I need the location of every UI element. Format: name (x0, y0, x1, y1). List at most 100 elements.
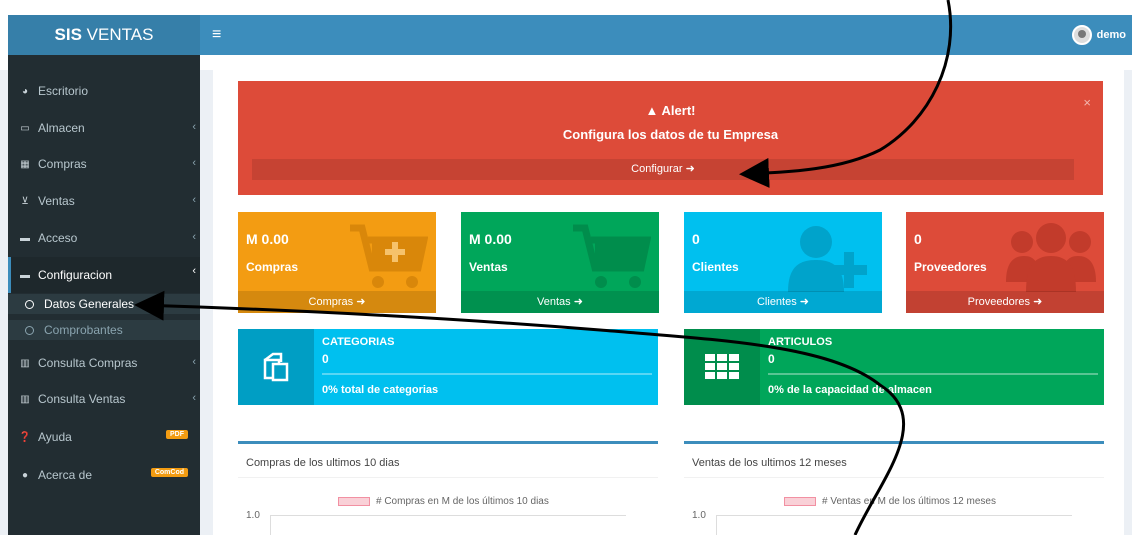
ventas-chart-panel: Ventas de los ultimos 12 meses # Ventas … (684, 441, 1104, 535)
compras-chart-title: Compras de los ultimos 10 dias (238, 444, 658, 478)
proveedores-label: Proveedores (914, 260, 987, 274)
clientes-footer-link[interactable]: Clientes ➜ (684, 291, 882, 313)
legend-swatch (784, 497, 816, 506)
sidebar-subitem-label: Comprobantes (44, 323, 123, 337)
compras-value: M 0.00 (246, 231, 289, 247)
compras-chart-legend[interactable]: # Compras en M de los últimos 10 dias (338, 496, 549, 507)
articulos-progress (768, 373, 1098, 375)
grid-line (716, 515, 1072, 516)
articulos-value: 0 (768, 352, 775, 366)
ventas-chart-title: Ventas de los ultimos 12 meses (684, 444, 1104, 478)
chevron-left-icon: ‹ (192, 392, 196, 404)
articulos-desc: 0% de la capacidad de almacen (768, 384, 932, 396)
sidebar-item-label: Almacen (38, 121, 85, 135)
sidebar-item-configuracion[interactable]: ▬ Configuracion ‹ (8, 257, 200, 293)
sidebar-item-label: Escritorio (38, 84, 89, 98)
arrow-circle-right-icon: ➜ (685, 163, 695, 175)
user-plus-icon (788, 226, 867, 292)
ventas-box: M 0.00 Ventas Ventas ➜ (461, 212, 659, 313)
sidebar-item-label: Ayuda (38, 430, 72, 444)
app-logo[interactable]: SIS VENTAS (8, 15, 200, 55)
grid-line (270, 515, 626, 516)
categorias-desc: 0% total de categorias (322, 384, 439, 396)
alert-title: ▲ Alert! (645, 103, 696, 118)
y-axis-line (270, 515, 271, 535)
chevron-left-icon: ‹ (192, 121, 196, 133)
sidebar-item-compras[interactable]: ▦ Compras ‹ (8, 149, 200, 179)
categorias-progress (322, 373, 652, 375)
logo-rest: VENTAS (81, 25, 154, 44)
grid-icon (684, 329, 760, 405)
menu-toggle-icon[interactable]: ≡ (212, 25, 221, 45)
chevron-left-icon: ‹ (192, 194, 196, 206)
compras-footer-link[interactable]: Compras ➜ (238, 291, 436, 313)
folder-icon: ▬ (20, 269, 30, 281)
info-icon: ● (21, 469, 29, 481)
configurar-button[interactable]: Configurar ➜ (252, 159, 1074, 180)
arrow-circle-right-icon: ➜ (356, 296, 366, 308)
compras-box: M 0.00 Compras Compras ➜ (238, 212, 436, 313)
sidebar-item-almacen[interactable]: ▭ Almacen ‹ (8, 113, 200, 143)
sidebar-subitem-comprobantes[interactable]: Comprobantes (8, 320, 200, 340)
ventas-chart-legend[interactable]: # Ventas en M de los últimos 12 meses (784, 496, 996, 507)
pdf-badge: PDF (166, 430, 188, 439)
sidebar-item-acceso[interactable]: ▬ Acceso ‹ (8, 223, 200, 253)
logo-bold: SIS (54, 25, 82, 44)
sidebar-item-label: Consulta Compras (38, 356, 138, 370)
clientes-label: Clientes (692, 260, 739, 274)
user-name: demo (1096, 29, 1126, 41)
sidebar-item-acerca-de[interactable]: ● Acerca de ComCod (8, 460, 200, 490)
copy-icon (238, 329, 314, 405)
sidebar-item-consulta-compras[interactable]: ▥ Consulta Compras ‹ (8, 348, 200, 378)
proveedores-box: 0 Proveedores Proveedores ➜ (906, 212, 1104, 313)
articulos-box: ARTICULOS 0 0% de la capacidad de almace… (684, 329, 1104, 405)
clientes-box: 0 Clientes Clientes ➜ (684, 212, 882, 313)
sidebar-item-label: Configuracion (38, 268, 113, 282)
sidebar-subitem-label: Datos Generales (44, 297, 135, 311)
y-tick-label: 1.0 (692, 510, 706, 521)
sidebar-item-label: Compras (38, 157, 87, 171)
chevron-left-icon: ‹ (192, 231, 196, 243)
chevron-left-icon: ‹ (192, 157, 196, 169)
dashboard-icon: ◕ (21, 85, 29, 97)
ventas-footer-link[interactable]: Ventas ➜ (461, 291, 659, 313)
arrow-circle-right-icon: ➜ (573, 296, 583, 308)
legend-swatch (338, 497, 370, 506)
sidebar: ◕ Escritorio ▭ Almacen ‹ ▦ Compras ‹ ⊻ V… (8, 55, 200, 535)
sidebar-item-label: Acceso (38, 231, 78, 245)
compras-chart-panel: Compras de los ultimos 10 dias # Compras… (238, 441, 658, 535)
sidebar-item-label: Acerca de (38, 468, 93, 482)
sidebar-item-label: Ventas (38, 194, 75, 208)
comcod-badge: ComCod (150, 468, 188, 477)
clientes-value: 0 (692, 231, 700, 247)
sidebar-item-escritorio[interactable]: ◕ Escritorio (8, 76, 200, 106)
sidebar-item-ayuda[interactable]: ❓ Ayuda PDF (8, 422, 200, 452)
user-menu[interactable]: demo (1071, 25, 1126, 45)
question-icon: ❓ (18, 431, 32, 443)
proveedores-footer-link[interactable]: Proveedores ➜ (906, 291, 1104, 313)
ventas-label: Ventas (469, 260, 508, 274)
articulos-title: ARTICULOS (768, 336, 833, 348)
folder-icon: ▬ (20, 232, 30, 244)
categorias-box: CATEGORIAS 0 0% total de categorias (238, 329, 658, 405)
alert-box: × ▲ Alert! Configura los datos de tu Emp… (238, 81, 1103, 195)
compras-label: Compras (246, 260, 299, 274)
avatar (1071, 25, 1092, 45)
y-tick-label: 1.0 (246, 510, 260, 521)
chevron-left-icon: ‹ (192, 265, 196, 277)
proveedores-value: 0 (914, 231, 922, 247)
circle-icon (25, 325, 34, 335)
alert-message: Configura los datos de tu Empresa (562, 127, 779, 142)
sidebar-item-ventas[interactable]: ⊻ Ventas ‹ (8, 186, 200, 216)
arrow-circle-right-icon: ➜ (1033, 296, 1043, 308)
sidebar-subitem-datos-generales[interactable]: Datos Generales (8, 294, 200, 314)
bar-chart-icon: ▥ (20, 393, 30, 405)
y-axis-line (716, 515, 717, 535)
bar-chart-icon: ▥ (20, 357, 30, 369)
sidebar-item-consulta-ventas[interactable]: ▥ Consulta Ventas ‹ (8, 384, 200, 414)
users-icon (1006, 223, 1096, 292)
top-navbar: ≡ demo (200, 15, 1132, 55)
laptop-icon: ▭ (20, 122, 30, 134)
circle-icon (25, 299, 34, 309)
categorias-title: CATEGORIAS (322, 336, 395, 348)
